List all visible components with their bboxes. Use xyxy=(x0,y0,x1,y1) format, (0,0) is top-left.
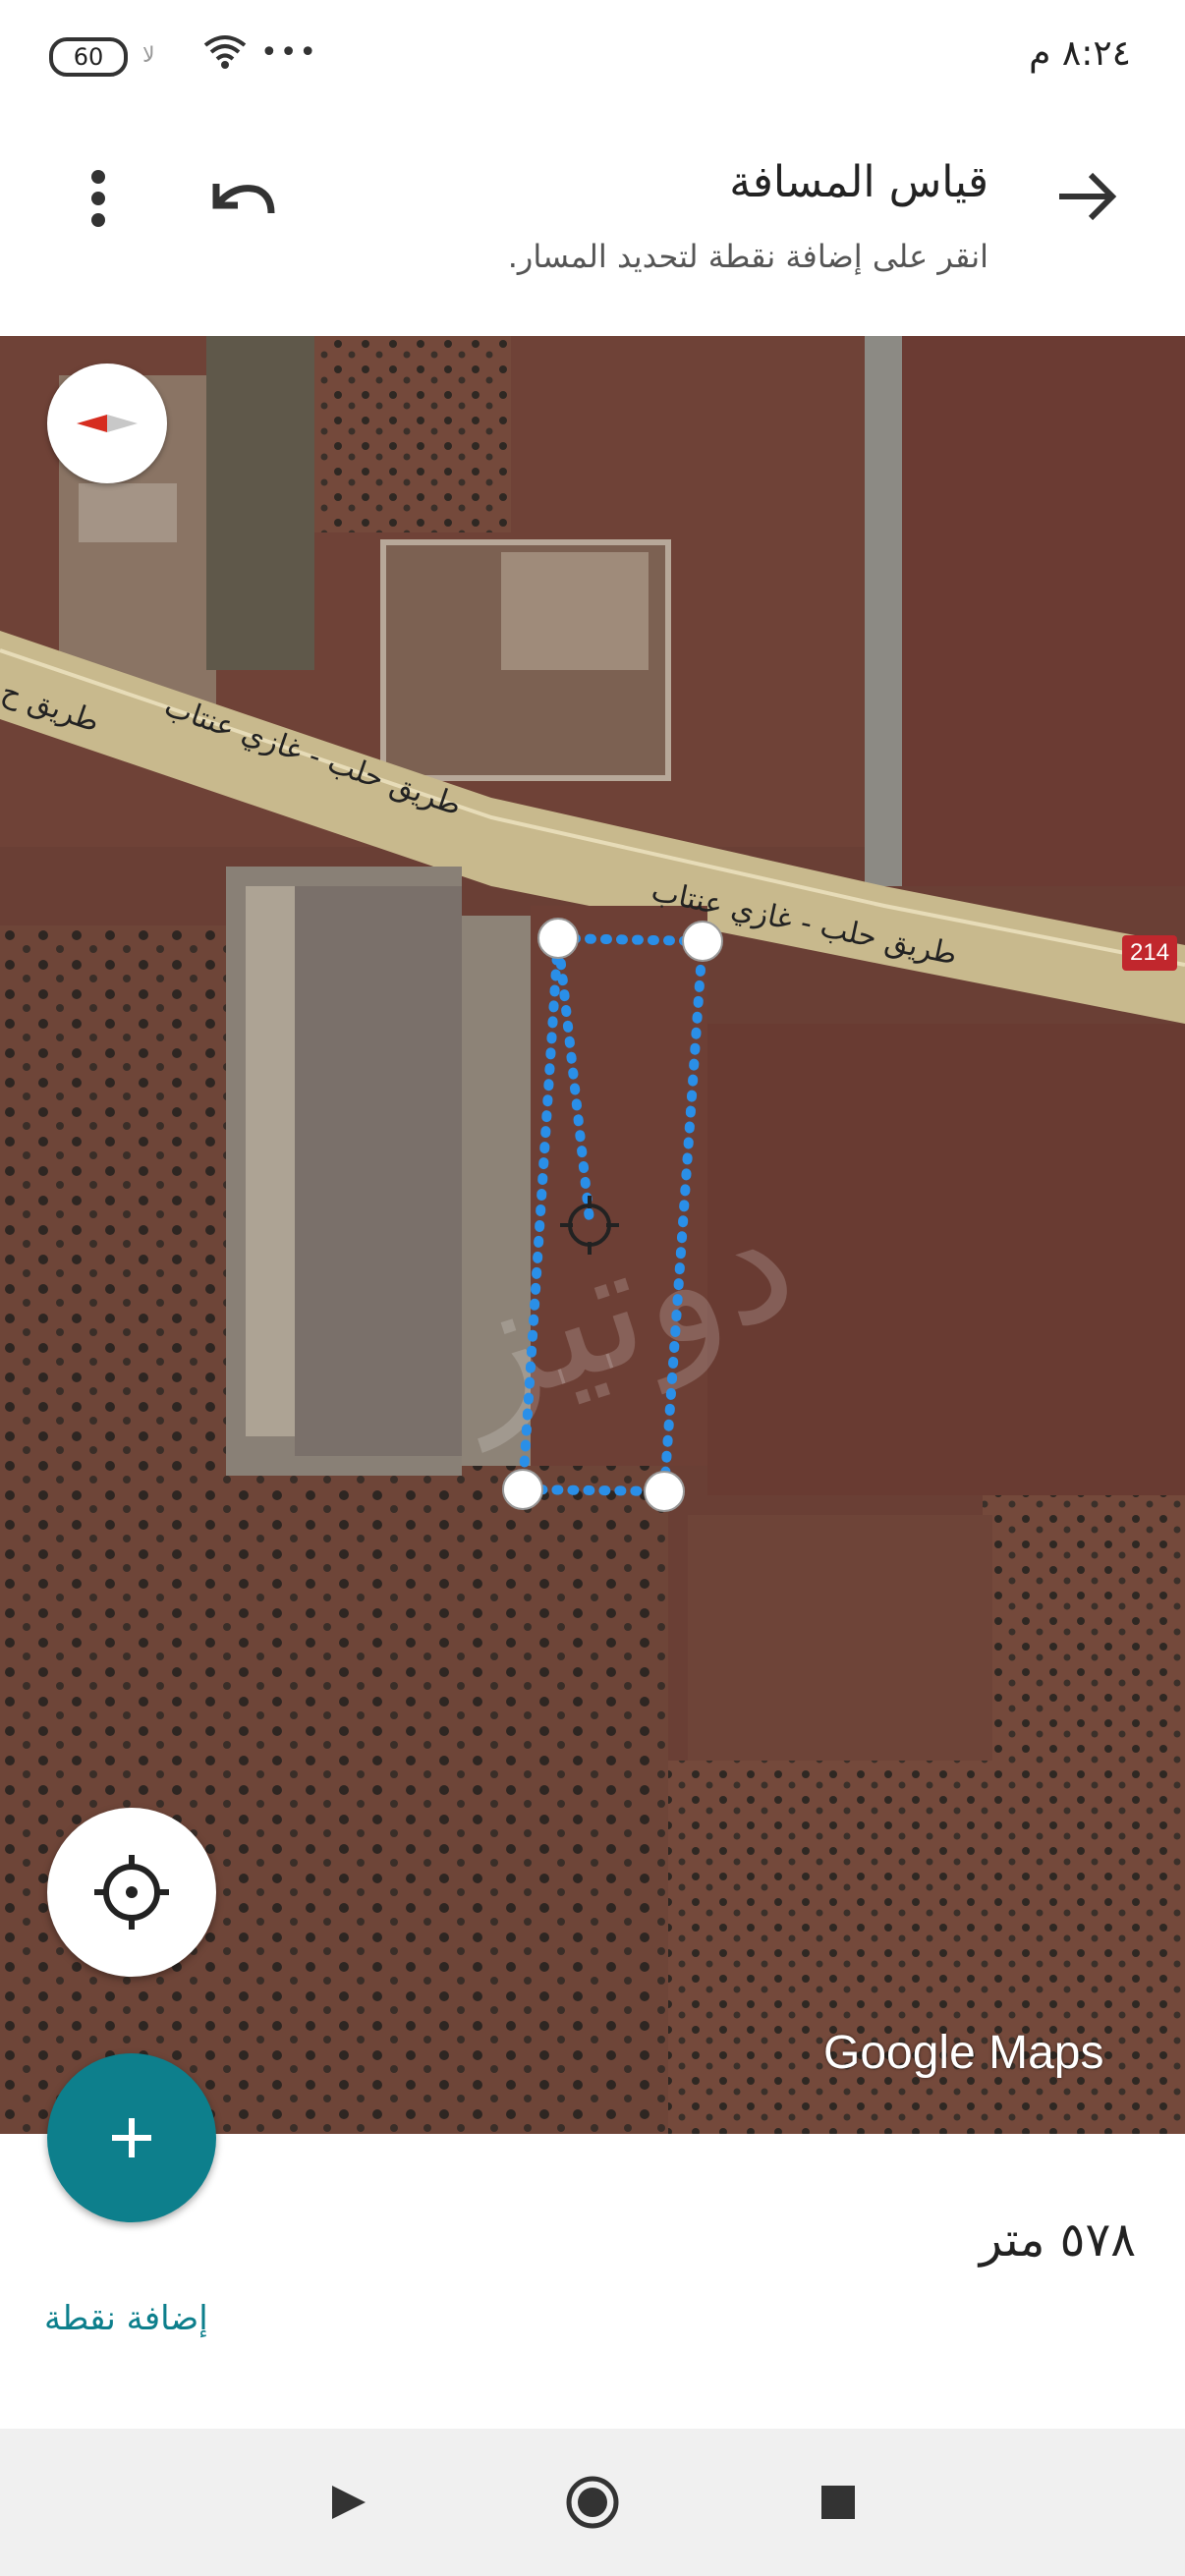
page-title: قياس المسافة xyxy=(729,157,988,207)
battery-icon: 60 xyxy=(49,37,128,77)
compass-button[interactable] xyxy=(47,364,167,483)
more-notifications-icon: ••• xyxy=(260,35,319,70)
arrow-right-icon[interactable] xyxy=(1047,157,1126,236)
square-recents-icon[interactable] xyxy=(804,2468,873,2537)
page-subtitle: انقر على إضافة نقطة لتحديد المسار. xyxy=(507,238,988,275)
more-vert-icon[interactable] xyxy=(69,159,128,238)
add-point-link[interactable]: إضافة نقطة xyxy=(44,2299,208,2338)
circle-home-icon[interactable] xyxy=(558,2468,627,2537)
add-point-button[interactable] xyxy=(47,2053,216,2222)
map-attribution: Google Maps xyxy=(823,2027,1104,2079)
undo-icon[interactable] xyxy=(197,162,285,241)
triangle-back-icon[interactable] xyxy=(314,2468,383,2537)
road-number-badge: 214 xyxy=(1122,935,1178,971)
my-location-button[interactable] xyxy=(47,1808,216,1977)
map-view[interactable]: دوتيز طريق حلب - غازي عنتاب طريق حلب - غ… xyxy=(0,336,1185,2134)
app-toolbar: قياس المسافة انقر على إضافة نقطة لتحديد … xyxy=(0,108,1185,336)
status-bar: 60 لا ••• ٨:٢٤ م xyxy=(0,0,1185,108)
crosshair-icon xyxy=(94,1855,169,1930)
system-nav-bar xyxy=(0,2429,1185,2576)
distance-readout: ٥٧٨ متر xyxy=(979,2212,1136,2268)
plus-icon xyxy=(112,2118,151,2157)
status-time: ٨:٢٤ م xyxy=(1029,33,1131,74)
compass-icon xyxy=(77,415,138,432)
signal-icon: لا xyxy=(142,43,155,68)
battery-level: 60 xyxy=(73,43,104,71)
wifi-icon xyxy=(203,35,247,69)
